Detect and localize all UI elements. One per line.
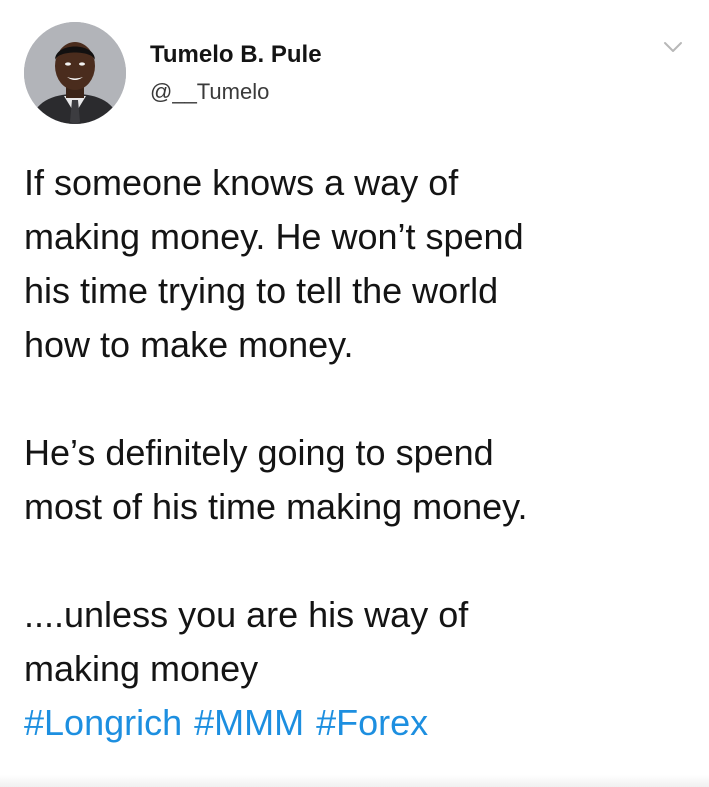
card-bottom-divider bbox=[0, 775, 709, 787]
avatar[interactable] bbox=[24, 22, 126, 124]
more-options-button[interactable] bbox=[661, 38, 685, 56]
author-block: Tumelo B. Pule @__Tumelo bbox=[150, 40, 322, 106]
tweet-paragraph-2: He’s definitely going to spend most of h… bbox=[24, 432, 528, 527]
hashtag-longrich[interactable]: #Longrich bbox=[24, 702, 182, 743]
author-display-name[interactable]: Tumelo B. Pule bbox=[150, 40, 322, 70]
profile-photo-icon bbox=[24, 22, 126, 124]
tweet-paragraph-3: ....unless you are his way of making mon… bbox=[24, 594, 469, 689]
author-handle[interactable]: @__Tumelo bbox=[150, 78, 322, 106]
tweet-body: If someone knows a way of making money. … bbox=[24, 156, 694, 750]
tweet-paragraph-1: If someone knows a way of making money. … bbox=[24, 162, 524, 365]
hashtag-list: #Longrich #MMM #Forex bbox=[24, 696, 694, 750]
hashtag-forex[interactable]: #Forex bbox=[316, 702, 428, 743]
chevron-down-icon bbox=[664, 42, 682, 52]
tweet-card: Tumelo B. Pule @__Tumelo If someone know… bbox=[0, 0, 709, 787]
hashtag-mmm[interactable]: #MMM bbox=[194, 702, 304, 743]
